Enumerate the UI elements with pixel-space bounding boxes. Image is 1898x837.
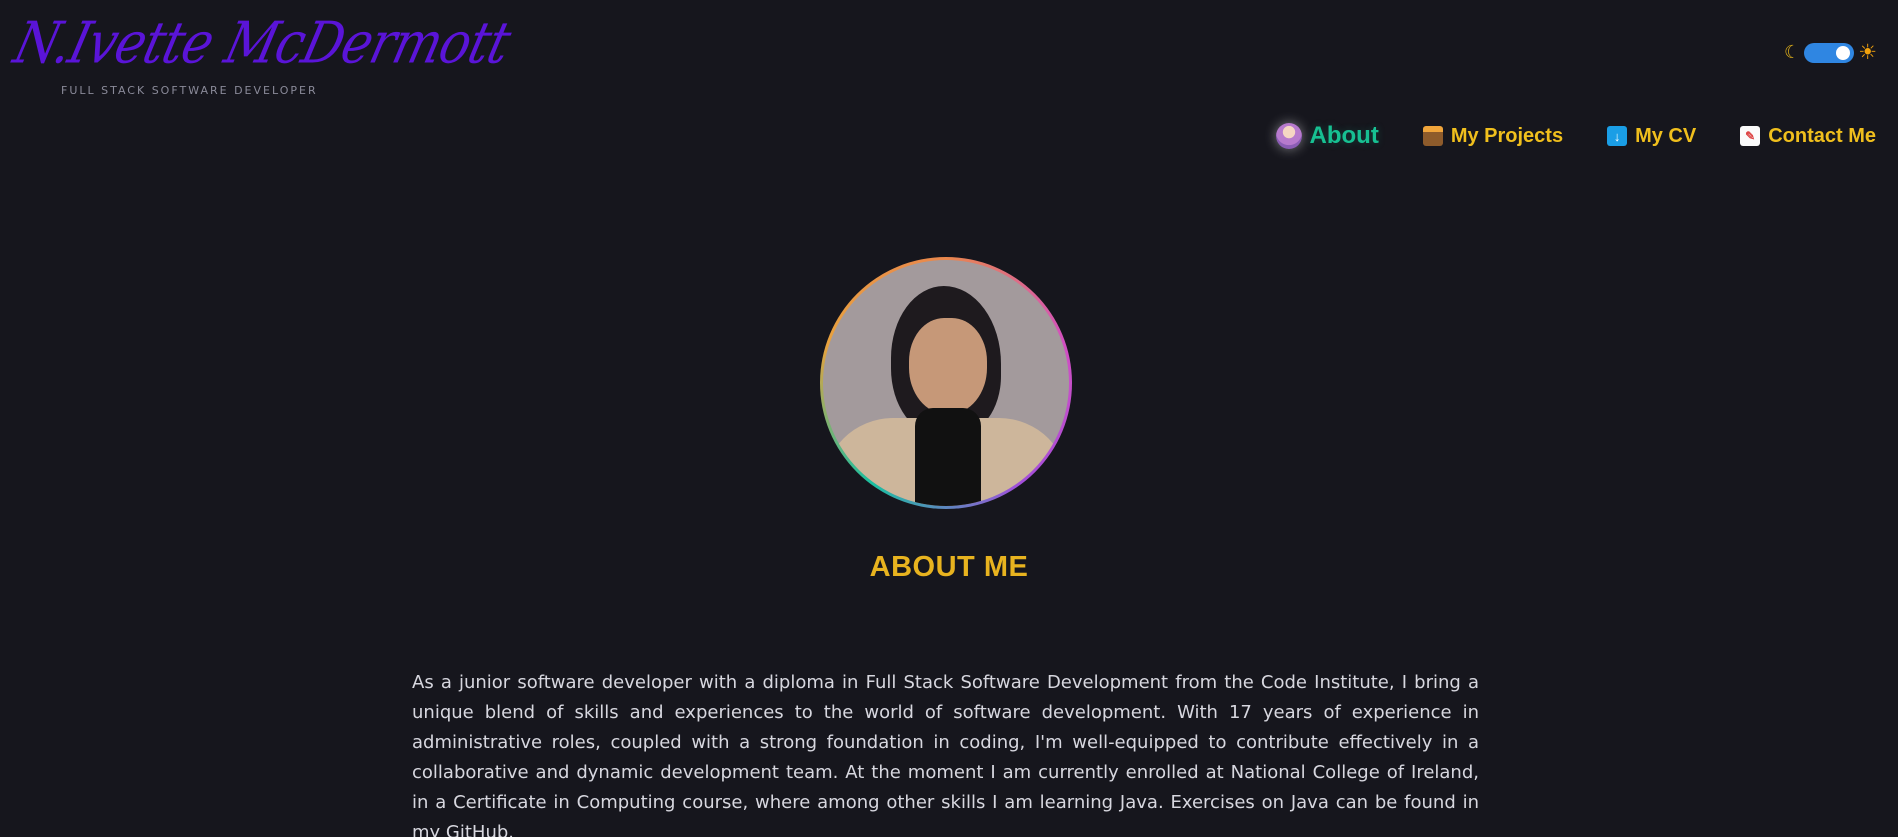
about-heading: ABOUT ME — [869, 551, 1029, 584]
main-nav: About My Projects ↓ My CV ✎ Contact Me — [1275, 122, 1876, 150]
profile-avatar-ring — [820, 257, 1072, 509]
theme-switch[interactable] — [1804, 42, 1855, 63]
card-file-box-icon — [1422, 126, 1443, 146]
nav-item-about[interactable]: About — [1275, 122, 1379, 150]
logo-subtitle: FULL STACK SOFTWARE DEVELOPER — [61, 84, 318, 97]
nav-item-my-projects[interactable]: My Projects — [1422, 124, 1564, 148]
moon-icon: ☾ — [1784, 41, 1801, 63]
memo-icon: ✎ — [1740, 126, 1761, 146]
profile-avatar — [823, 260, 1069, 506]
page: N.Ivette McDermott FULL STACK SOFTWARE D… — [0, 0, 1898, 837]
nav-label-contact-me: Contact Me — [1768, 124, 1876, 147]
sun-icon: ☀ — [1858, 40, 1877, 64]
nav-item-contact-me[interactable]: ✎ Contact Me — [1740, 125, 1876, 148]
nav-label-my-cv: My CV — [1635, 124, 1697, 147]
nav-label-my-projects: My Projects — [1450, 124, 1564, 147]
nav-item-my-cv[interactable]: ↓ My CV — [1607, 125, 1696, 148]
avatar-turtleneck — [915, 408, 981, 506]
raising-hand-person-icon — [1275, 123, 1302, 149]
avatar-face — [909, 318, 987, 414]
theme-toggle[interactable]: ☾ ☀ — [1784, 42, 1896, 63]
logo-signature: N.Ivette McDermott — [7, 9, 517, 77]
switch-knob — [1836, 45, 1851, 60]
nav-label-about: About — [1309, 122, 1379, 149]
about-paragraph: As a junior software developer with a di… — [412, 672, 1479, 837]
site-logo[interactable]: N.Ivette McDermott FULL STACK SOFTWARE D… — [8, 6, 517, 101]
download-arrow-icon: ↓ — [1607, 126, 1628, 146]
